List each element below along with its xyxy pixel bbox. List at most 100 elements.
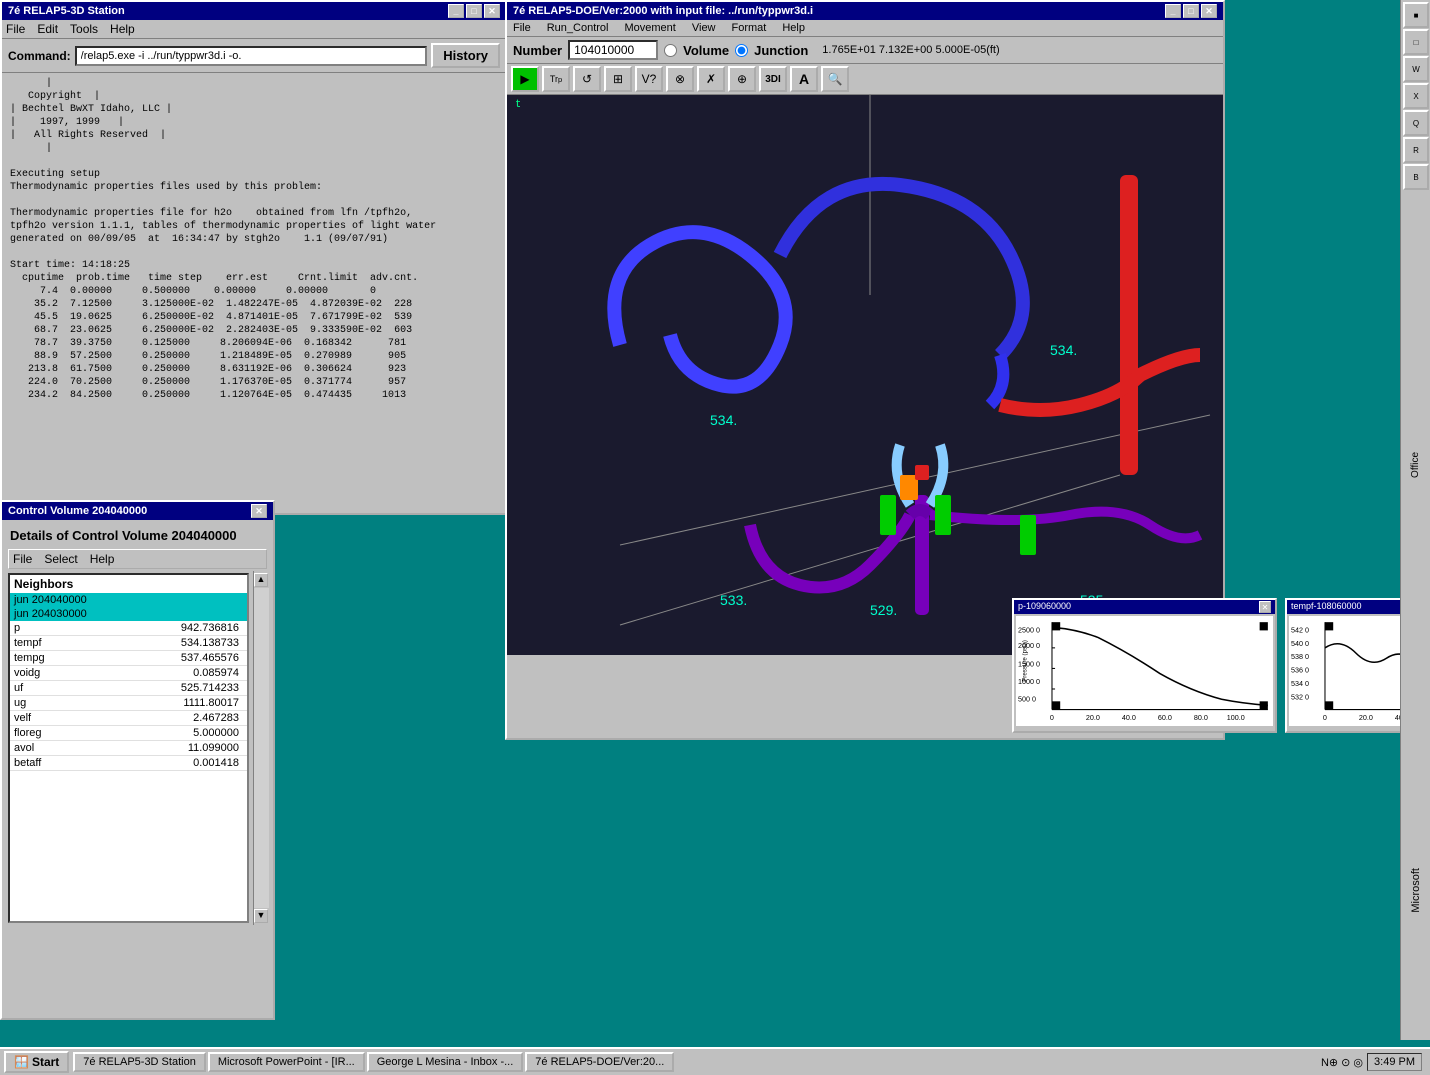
station-maximize-btn[interactable]: □: [466, 4, 482, 18]
station-menu-tools[interactable]: Tools: [70, 22, 98, 36]
doe-menu-help[interactable]: Help: [782, 22, 805, 34]
graph1-close-btn[interactable]: ✕: [1259, 601, 1271, 613]
nvj-bar: Number Volume Junction 1.765E+01 7.132E+…: [507, 37, 1223, 64]
office-btn-6[interactable]: R: [1403, 137, 1429, 163]
data-key: velf: [14, 712, 84, 724]
svg-text:542 0: 542 0: [1291, 625, 1309, 634]
office-btn-1[interactable]: ■: [1403, 2, 1429, 28]
svg-text:532 0: 532 0: [1291, 692, 1309, 701]
command-label: Command:: [8, 49, 71, 63]
taskbar-item-station[interactable]: 7é RELAP5-3D Station: [73, 1052, 206, 1072]
taskbar-item-ppt[interactable]: Microsoft PowerPoint - [IR...: [208, 1052, 365, 1072]
sys-icons: N⊕ ⊙ ◎: [1321, 1056, 1363, 1069]
volume-radio[interactable]: [664, 44, 677, 57]
doe-menu-format[interactable]: Format: [732, 22, 767, 34]
toolbar-btn-text[interactable]: A: [790, 66, 818, 92]
doe-menubar: File Run_Control Movement View Format He…: [507, 20, 1223, 37]
data-value: 1111.80017: [84, 697, 243, 709]
neighbor-row-1[interactable]: jun 204040000: [10, 593, 247, 607]
office-btn-7[interactable]: B: [1403, 164, 1429, 190]
data-row: p942.736816: [10, 621, 247, 636]
data-key: p: [14, 622, 84, 634]
doe-minimize-btn[interactable]: _: [1165, 4, 1181, 18]
ms-sidebar: Microsoft: [1400, 740, 1430, 1040]
taskbar-item-doe[interactable]: 7é RELAP5-DOE/Ver:20...: [525, 1052, 674, 1072]
neighbor-row-2[interactable]: jun 204030000: [10, 607, 247, 621]
svg-text:60.0: 60.0: [1158, 713, 1172, 722]
station-menu-help[interactable]: Help: [110, 22, 135, 36]
doe-window: 7é RELAP5-DOE/Ver:2000 with input file: …: [505, 0, 1225, 740]
svg-text:534.: 534.: [1050, 342, 1077, 358]
data-row: voidg0.085974: [10, 666, 247, 681]
station-menu-file[interactable]: File: [6, 22, 25, 36]
console-output: | Copyright | | Bechtel BwXT Idaho, LLC …: [2, 73, 506, 438]
cv-menubar: File Select Help: [8, 549, 267, 569]
doe-menu-runcontrol[interactable]: Run_Control: [547, 22, 609, 34]
cv-title-buttons: ✕: [251, 504, 267, 518]
start-button[interactable]: 🪟 Start: [4, 1051, 69, 1073]
data-key: betaff: [14, 757, 84, 769]
toolbar-btn-grid[interactable]: ⊞: [604, 66, 632, 92]
data-row: uf525.714233: [10, 681, 247, 696]
doe-menu-file[interactable]: File: [513, 22, 531, 34]
toolbar-btn-settings[interactable]: ⊗: [666, 66, 694, 92]
station-menubar: File Edit Tools Help: [2, 20, 506, 39]
data-value: 942.736816: [84, 622, 243, 634]
doe-menu-view[interactable]: View: [692, 22, 716, 34]
toolbar-btn-3d[interactable]: 3DI: [759, 66, 787, 92]
data-key: ug: [14, 697, 84, 709]
toolbar-btn-rotate[interactable]: ↺: [573, 66, 601, 92]
data-key: floreg: [14, 727, 84, 739]
station-menu-edit[interactable]: Edit: [37, 22, 58, 36]
taskbar-item-inbox[interactable]: George L Mesina - Inbox -...: [367, 1052, 524, 1072]
office-btn-3[interactable]: W: [1403, 56, 1429, 82]
cv-title: Control Volume 204040000: [8, 505, 147, 517]
scrollbar-down[interactable]: ▼: [254, 909, 268, 923]
taskbar-right: N⊕ ⊙ ◎ 3:49 PM: [1321, 1053, 1430, 1071]
svg-text:500 0: 500 0: [1018, 694, 1036, 703]
toolbar-btn-cross[interactable]: ✗: [697, 66, 725, 92]
taskbar-items: 7é RELAP5-3D Station Microsoft PowerPoin…: [73, 1052, 1321, 1072]
station-minimize-btn[interactable]: _: [448, 4, 464, 18]
graph1-svg: 2500 0 2000 0 1500 0 1000 0 500 0 0 20.0…: [1016, 616, 1273, 726]
doe-maximize-btn[interactable]: □: [1183, 4, 1199, 18]
graph1-content: 2500 0 2000 0 1500 0 1000 0 500 0 0 20.0…: [1016, 616, 1273, 726]
doe-titlebar: 7é RELAP5-DOE/Ver:2000 with input file: …: [507, 2, 1223, 20]
command-input[interactable]: [75, 46, 428, 66]
cv-menu-select[interactable]: Select: [44, 552, 77, 566]
junction-radio[interactable]: [735, 44, 748, 57]
ms-label: Microsoft: [1402, 858, 1430, 923]
office-sidebar: ■ □ W X Q R B Office: [1400, 0, 1430, 740]
scrollbar-up[interactable]: ▲: [254, 573, 268, 587]
graph1-title-buttons: ✕: [1259, 601, 1271, 613]
history-button[interactable]: History: [431, 43, 500, 68]
office-label: Office: [1408, 448, 1423, 482]
station-title-buttons: _ □ ✕: [448, 4, 500, 18]
toolbar-btn-target[interactable]: ⊕: [728, 66, 756, 92]
doe-menu-movement[interactable]: Movement: [625, 22, 676, 34]
data-value: 5.000000: [84, 727, 243, 739]
data-rows-container: p942.736816tempf534.138733tempg537.46557…: [10, 621, 247, 771]
doe-close-btn[interactable]: ✕: [1201, 4, 1217, 18]
office-btn-4[interactable]: X: [1403, 83, 1429, 109]
graph-window-pressure: p-109060000 ✕ 2500 0 2000 0 1500 0 1000 …: [1012, 598, 1277, 733]
office-btn-2[interactable]: □: [1403, 29, 1429, 55]
number-input[interactable]: [568, 40, 658, 60]
cv-close-btn[interactable]: ✕: [251, 504, 267, 518]
office-btn-5[interactable]: Q: [1403, 110, 1429, 136]
viewport: time: 8.700000E+01 s paused: [507, 95, 1223, 655]
toolbar-btn-go[interactable]: ▶: [511, 66, 539, 92]
cv-menu-file[interactable]: File: [13, 552, 32, 566]
data-row: ug1111.80017: [10, 696, 247, 711]
svg-text:536 0: 536 0: [1291, 666, 1309, 675]
svg-text:0: 0: [1323, 713, 1327, 722]
station-window: 7é RELAP5-3D Station _ □ ✕ File Edit Too…: [0, 0, 508, 515]
toolbar-btn-v[interactable]: V?: [635, 66, 663, 92]
toolbar-btn-trip[interactable]: Trp: [542, 66, 570, 92]
cv-menu-help[interactable]: Help: [90, 552, 115, 566]
toolbar-btn-zoom[interactable]: 🔍: [821, 66, 849, 92]
svg-text:533.: 533.: [720, 592, 747, 608]
junction-label: Junction: [754, 43, 808, 58]
station-close-btn[interactable]: ✕: [484, 4, 500, 18]
data-row: betaff0.001418: [10, 756, 247, 771]
